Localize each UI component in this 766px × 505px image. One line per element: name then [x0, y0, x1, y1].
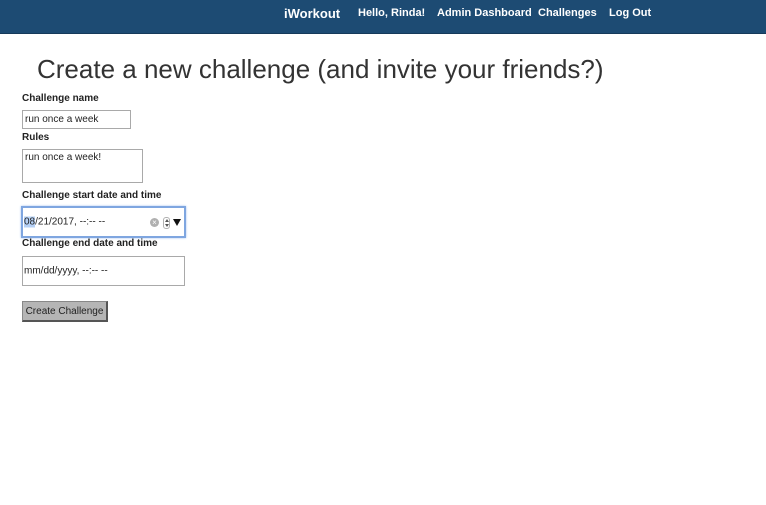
- nav-link-challenges[interactable]: Challenges: [538, 7, 597, 19]
- dropdown-arrow-icon[interactable]: [173, 219, 181, 226]
- start-datetime-rest: /21/2017, --:-- --: [35, 216, 106, 228]
- challenge-name-label: Challenge name: [22, 93, 99, 104]
- rules-label: Rules: [22, 132, 50, 143]
- nav-link-logout[interactable]: Log Out: [609, 7, 651, 19]
- challenge-name-input[interactable]: [22, 110, 131, 129]
- clear-icon[interactable]: ×: [150, 218, 159, 227]
- create-challenge-button[interactable]: Create Challenge: [22, 301, 108, 322]
- end-datetime-label: Challenge end date and time: [22, 238, 158, 249]
- spinner-icon[interactable]: [163, 217, 170, 229]
- top-navbar: iWorkout Hello, Rinda! Admin Dashboard C…: [0, 0, 766, 34]
- end-datetime-placeholder: mm/dd/yyyy, --:-- --: [24, 265, 108, 277]
- nav-link-greeting[interactable]: Hello, Rinda!: [358, 7, 425, 19]
- end-datetime-input[interactable]: mm/dd/yyyy, --:-- --: [22, 256, 185, 286]
- start-month-segment[interactable]: 08: [24, 216, 36, 228]
- start-datetime-input[interactable]: 08/21/2017, --:-- -- ×: [21, 206, 186, 238]
- brand-link[interactable]: iWorkout: [284, 6, 340, 21]
- nav-link-admin-dashboard[interactable]: Admin Dashboard: [437, 7, 532, 19]
- rules-textarea[interactable]: run once a week!: [22, 149, 143, 183]
- page-title: Create a new challenge (and invite your …: [37, 54, 604, 84]
- start-datetime-value: 08/21/2017, --:-- --: [24, 216, 106, 228]
- start-datetime-label: Challenge start date and time: [22, 190, 162, 201]
